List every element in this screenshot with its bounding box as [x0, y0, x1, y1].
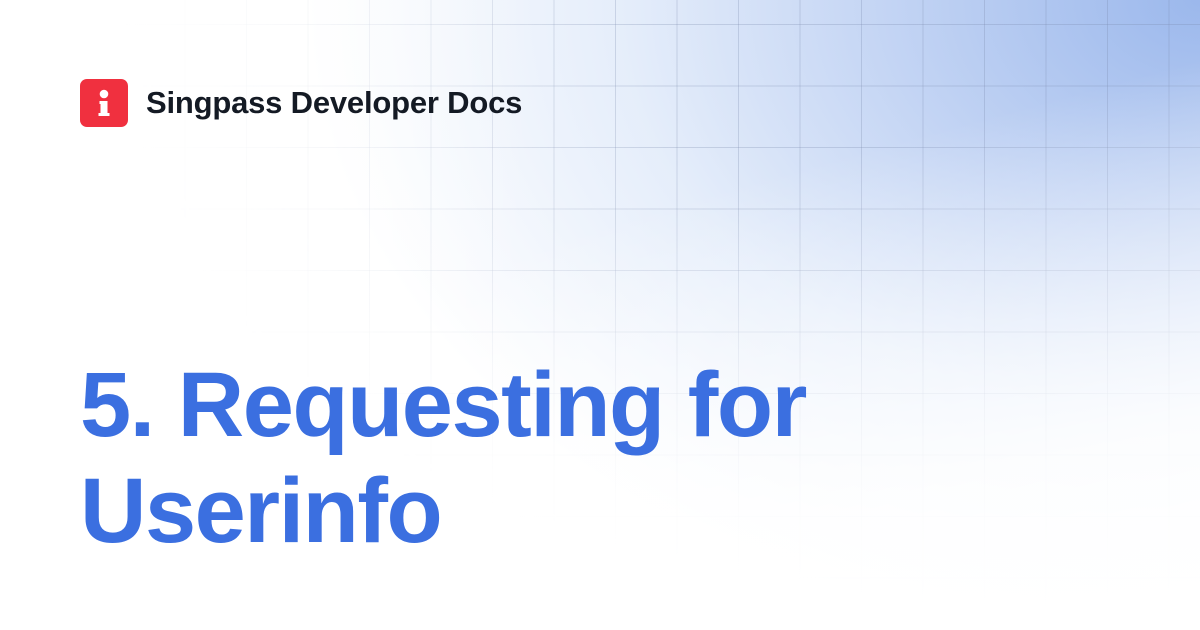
singpass-logo-icon: [80, 79, 128, 127]
brand-name: Singpass Developer Docs: [146, 85, 523, 120]
brand-header: Singpass Developer Docs: [80, 79, 522, 127]
page-title-line-1: 5. Requesting for: [80, 354, 807, 456]
page-title: 5. Requesting for Userinfo: [80, 352, 1120, 564]
page-title-line-2: Userinfo: [80, 460, 443, 562]
og-card: Singpass Developer Docs 5. Requesting fo…: [0, 0, 1200, 630]
